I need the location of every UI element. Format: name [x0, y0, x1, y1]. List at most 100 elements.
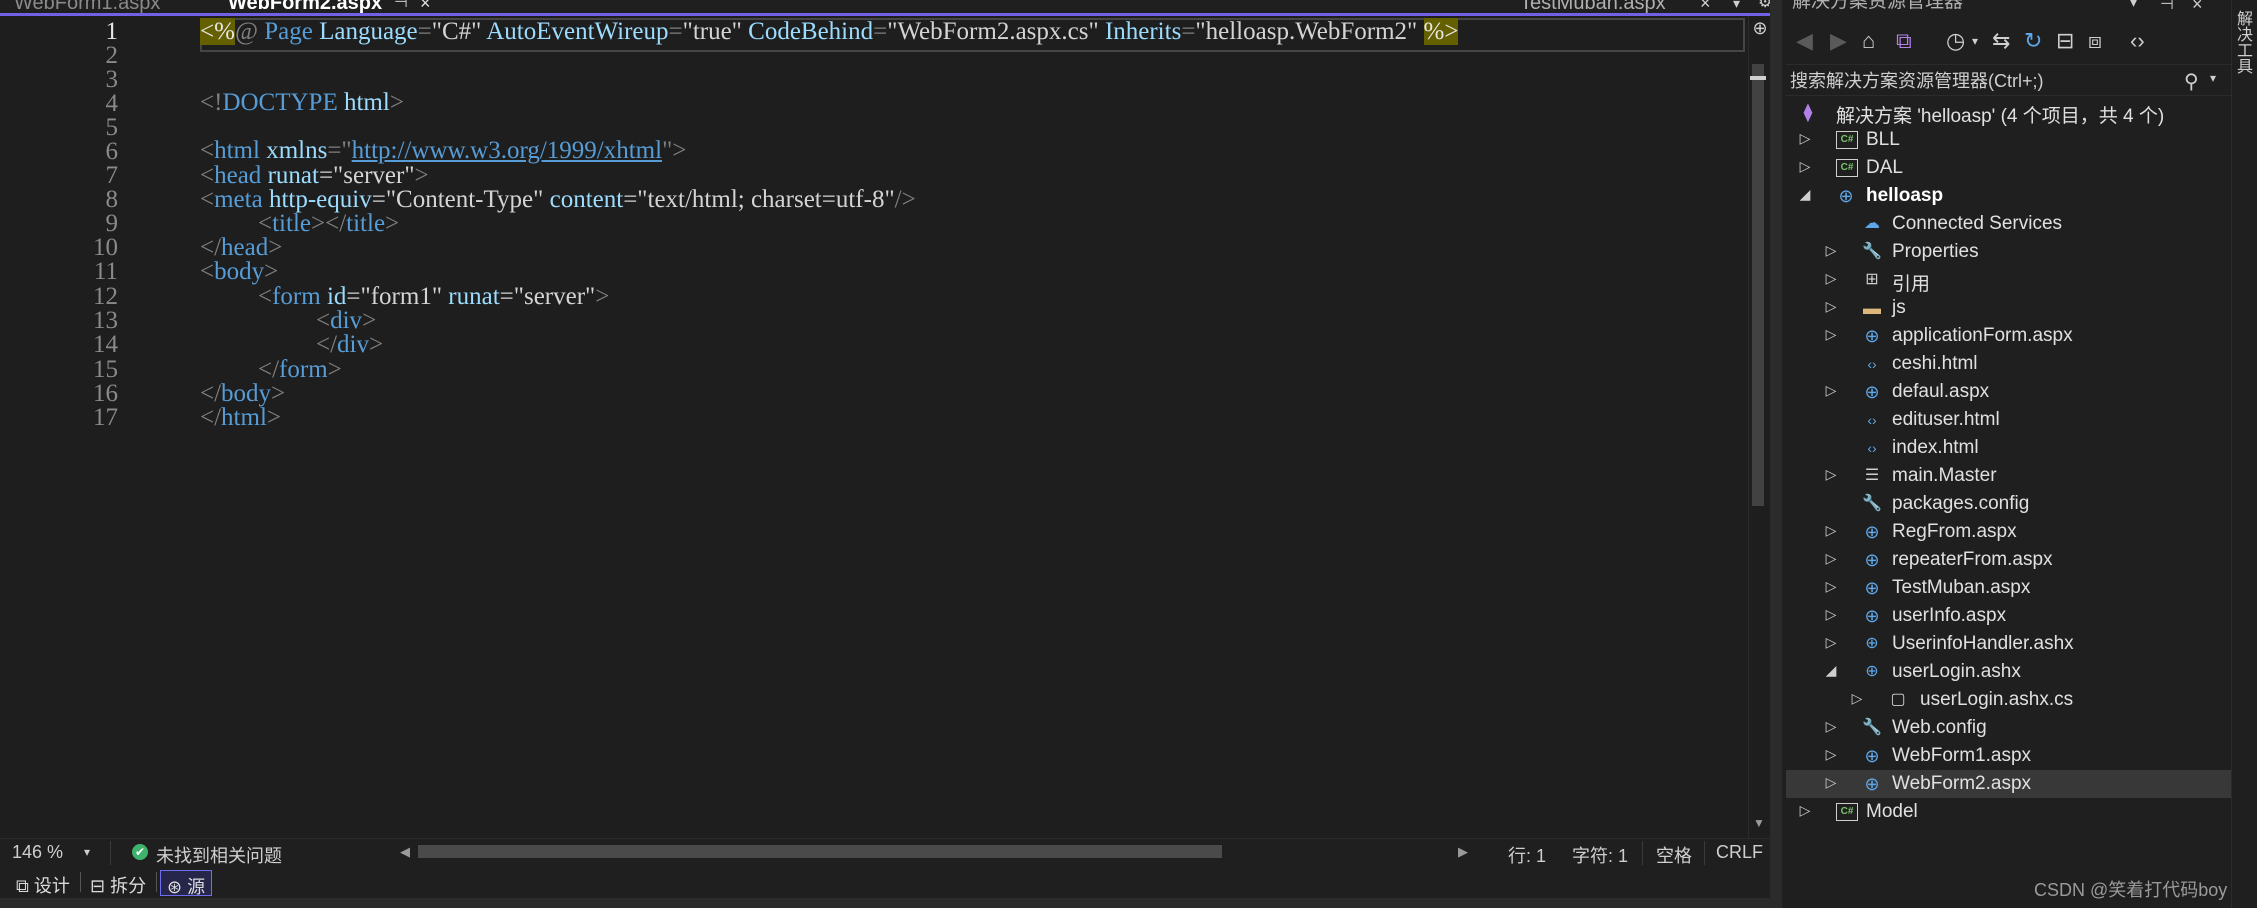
explorer-search-box[interactable]: ⚲ ▾	[1786, 64, 2231, 96]
toolbox-tab[interactable]: 解决工具	[2234, 10, 2254, 74]
code-line-1[interactable]: <%@ Page Language="C#" AutoEventWireup="…	[200, 18, 1459, 46]
tree-item-main-master[interactable]: ▷ ☰ main.Master	[1786, 462, 2231, 490]
expand-arrow-icon[interactable]: ▷	[1824, 578, 1838, 595]
expand-arrow-icon[interactable]: ▷	[1824, 634, 1838, 651]
code-line-3[interactable]: <!DOCTYPE html>	[200, 89, 404, 117]
tree-item-repeaterfrom[interactable]: ▷ ⊕ repeaterFrom.aspx	[1786, 546, 2231, 574]
expand-arrow-icon[interactable]: ▷	[1824, 466, 1838, 483]
expand-arrow-icon[interactable]: ▷	[1824, 746, 1838, 763]
tree-item-userinfo[interactable]: ▷ ⊕ userInfo.aspx	[1786, 602, 2231, 630]
code-editor[interactable]: 1 2 3 4 5 6 7 8 9 10 11 12 13 14 15 16 17 <%@ Page Langu…	[0, 16, 1770, 838]
tree-item-regfrom[interactable]: ▷ ⊕ RegFrom.aspx	[1786, 518, 2231, 546]
scroll-down-arrow-icon[interactable]: ▼	[1752, 816, 1766, 830]
tab-webform2[interactable]: WebForm2.aspx	[228, 0, 382, 13]
expand-arrow-icon[interactable]: ▷	[1824, 606, 1838, 623]
tree-item-userlogin-cs[interactable]: ▷ ▢ userLogin.ashx.cs	[1786, 686, 2231, 714]
expand-arrow-icon[interactable]: ▷	[1850, 690, 1864, 707]
tree-item-testmuban[interactable]: ▷ ⊕ TestMuban.aspx	[1786, 574, 2231, 602]
refresh-icon[interactable]: ↻	[2024, 28, 2042, 54]
expand-arrow-icon[interactable]: ▷	[1824, 298, 1838, 315]
chevron-down-icon[interactable]: ▾	[1972, 34, 1978, 48]
tree-solution-node[interactable]: ⧫ 解决方案 'helloasp' (4 个项目，共 4 个)	[1786, 98, 2231, 127]
expand-arrow-icon[interactable]: ▷	[1824, 522, 1838, 539]
tree-item-model[interactable]: ▷ C# Model	[1786, 798, 2231, 826]
line-ending-indicator[interactable]: CRLF	[1716, 842, 1763, 863]
expand-arrow-icon[interactable]: ▷	[1824, 550, 1838, 567]
expand-arrow-icon[interactable]: ▷	[1824, 270, 1838, 287]
code-line-16[interactable]: </html>	[200, 404, 281, 432]
xmlns-link[interactable]: http://www.w3.org/1999/xhtml	[352, 137, 662, 164]
collapse-all-icon[interactable]: ⊟	[2056, 28, 2074, 54]
tree-item-packages-config[interactable]: 🔧 packages.config	[1786, 490, 2231, 518]
design-view-button[interactable]: ⧉ 设计	[10, 870, 76, 896]
code-area[interactable]: <%@ Page Language="C#" AutoEventWireup="…	[200, 16, 1756, 838]
tree-item-web-config[interactable]: ▷ 🔧 Web.config	[1786, 714, 2231, 742]
chevron-down-icon[interactable]: ▾	[84, 845, 90, 859]
sync-icon[interactable]: ⇆	[1992, 28, 2010, 54]
scroll-right-arrow-icon[interactable]: ▶	[1458, 844, 1468, 860]
tree-item-references[interactable]: ▷ ⊞ 引用	[1786, 266, 2231, 295]
code-line-11[interactable]: <form id="form1" runat="server">	[258, 283, 609, 311]
chevron-down-icon[interactable]: ▾	[2130, 0, 2137, 11]
zoom-level[interactable]: 146 %	[12, 842, 63, 863]
search-icon[interactable]: ⚲	[2184, 69, 2199, 94]
chevron-down-icon[interactable]: ▾	[2210, 71, 2216, 85]
pin-icon[interactable]: ⊣	[394, 0, 408, 13]
tree-item-ceshi[interactable]: ‹› ceshi.html	[1786, 350, 2231, 378]
code-line-10[interactable]: <body>	[200, 258, 278, 286]
split-editor-icon[interactable]: ⊕	[1751, 18, 1769, 42]
tree-item-helloasp[interactable]: ◢ ⊕ helloasp	[1786, 182, 2231, 210]
tree-item-bll[interactable]: ▷ C# BLL	[1786, 126, 2231, 154]
back-arrow-icon[interactable]: ◀	[1796, 28, 1813, 54]
tree-item-defaul[interactable]: ▷ ⊕ defaul.aspx	[1786, 378, 2231, 406]
tree-item-userinfohandler[interactable]: ▷ ⊕ UserinfoHandler.ashx	[1786, 630, 2231, 658]
line-number[interactable]: 17	[38, 404, 118, 432]
close-icon[interactable]: ×	[420, 0, 431, 13]
home-icon[interactable]: ⌂	[1862, 28, 1875, 54]
collapse-arrow-icon[interactable]: ◢	[1824, 662, 1838, 679]
expand-arrow-icon[interactable]: ▷	[1824, 242, 1838, 259]
line-number[interactable]: 11	[38, 258, 118, 286]
panel-splitter[interactable]	[1770, 0, 1782, 908]
code-line-5[interactable]: <html xmlns="http://www.w3.org/1999/xhtm…	[200, 137, 686, 165]
char-indicator[interactable]: 字符: 1	[1572, 842, 1628, 868]
line-indicator[interactable]: 行: 1	[1508, 842, 1546, 868]
close-icon[interactable]: ×	[1700, 0, 1711, 13]
vertical-scroll-thumb[interactable]	[1752, 64, 1764, 506]
whitespace-indicator[interactable]: 空格	[1656, 842, 1692, 868]
tree-item-edituser[interactable]: ‹› edituser.html	[1786, 406, 2231, 434]
pending-changes-icon[interactable]: ◷	[1946, 28, 1965, 54]
horizontal-scroll-thumb[interactable]	[418, 845, 1222, 858]
close-icon[interactable]: ×	[2192, 0, 2203, 15]
switch-views-icon[interactable]: ⧉	[1896, 28, 1912, 54]
tree-item-index[interactable]: ‹› index.html	[1786, 434, 2231, 462]
code-view-icon[interactable]: ‹›	[2130, 28, 2145, 54]
code-line-13[interactable]: </div>	[316, 331, 383, 359]
tree-item-applicationform[interactable]: ▷ ⊕ applicationForm.aspx	[1786, 322, 2231, 350]
tab-testmuban[interactable]: TestMuban.aspx	[1520, 0, 1666, 13]
tree-item-dal[interactable]: ▷ C# DAL	[1786, 154, 2231, 182]
tree-item-js[interactable]: ▷ ▬ js	[1786, 294, 2231, 322]
collapse-arrow-icon[interactable]: ◢	[1798, 186, 1812, 203]
forward-arrow-icon[interactable]: ▶	[1830, 28, 1847, 54]
source-view-button[interactable]: ⊛ 源	[160, 870, 213, 897]
split-view-button[interactable]: ⊟ 拆分	[84, 870, 152, 896]
expand-arrow-icon[interactable]: ▷	[1824, 326, 1838, 343]
expand-arrow-icon[interactable]: ▷	[1798, 158, 1812, 175]
expand-arrow-icon[interactable]: ▷	[1798, 802, 1812, 819]
tree-item-connected-services[interactable]: ☁ Connected Services	[1786, 210, 2231, 238]
search-input[interactable]	[1790, 69, 2170, 93]
expand-arrow-icon[interactable]: ▷	[1824, 774, 1838, 791]
tree-item-webform1[interactable]: ▷ ⊕ WebForm1.aspx	[1786, 742, 2231, 770]
tab-webform1[interactable]: WebForm1.aspx	[14, 0, 160, 13]
tree-item-userlogin[interactable]: ◢ ⊕ userLogin.ashx	[1786, 658, 2231, 686]
expand-arrow-icon[interactable]: ▷	[1824, 382, 1838, 399]
expand-arrow-icon[interactable]: ▷	[1798, 130, 1812, 147]
expand-arrow-icon[interactable]: ▷	[1824, 718, 1838, 735]
scroll-left-arrow-icon[interactable]: ◀	[400, 844, 410, 860]
tree-item-webform2[interactable]: ▷ ⊕ WebForm2.aspx	[1786, 770, 2231, 798]
show-all-files-icon[interactable]: ⧈	[2088, 28, 2102, 54]
pin-icon[interactable]: ⊣	[2160, 0, 2174, 14]
tree-item-properties[interactable]: ▷ 🔧 Properties	[1786, 238, 2231, 266]
issues-status[interactable]: 未找到相关问题	[156, 842, 282, 868]
